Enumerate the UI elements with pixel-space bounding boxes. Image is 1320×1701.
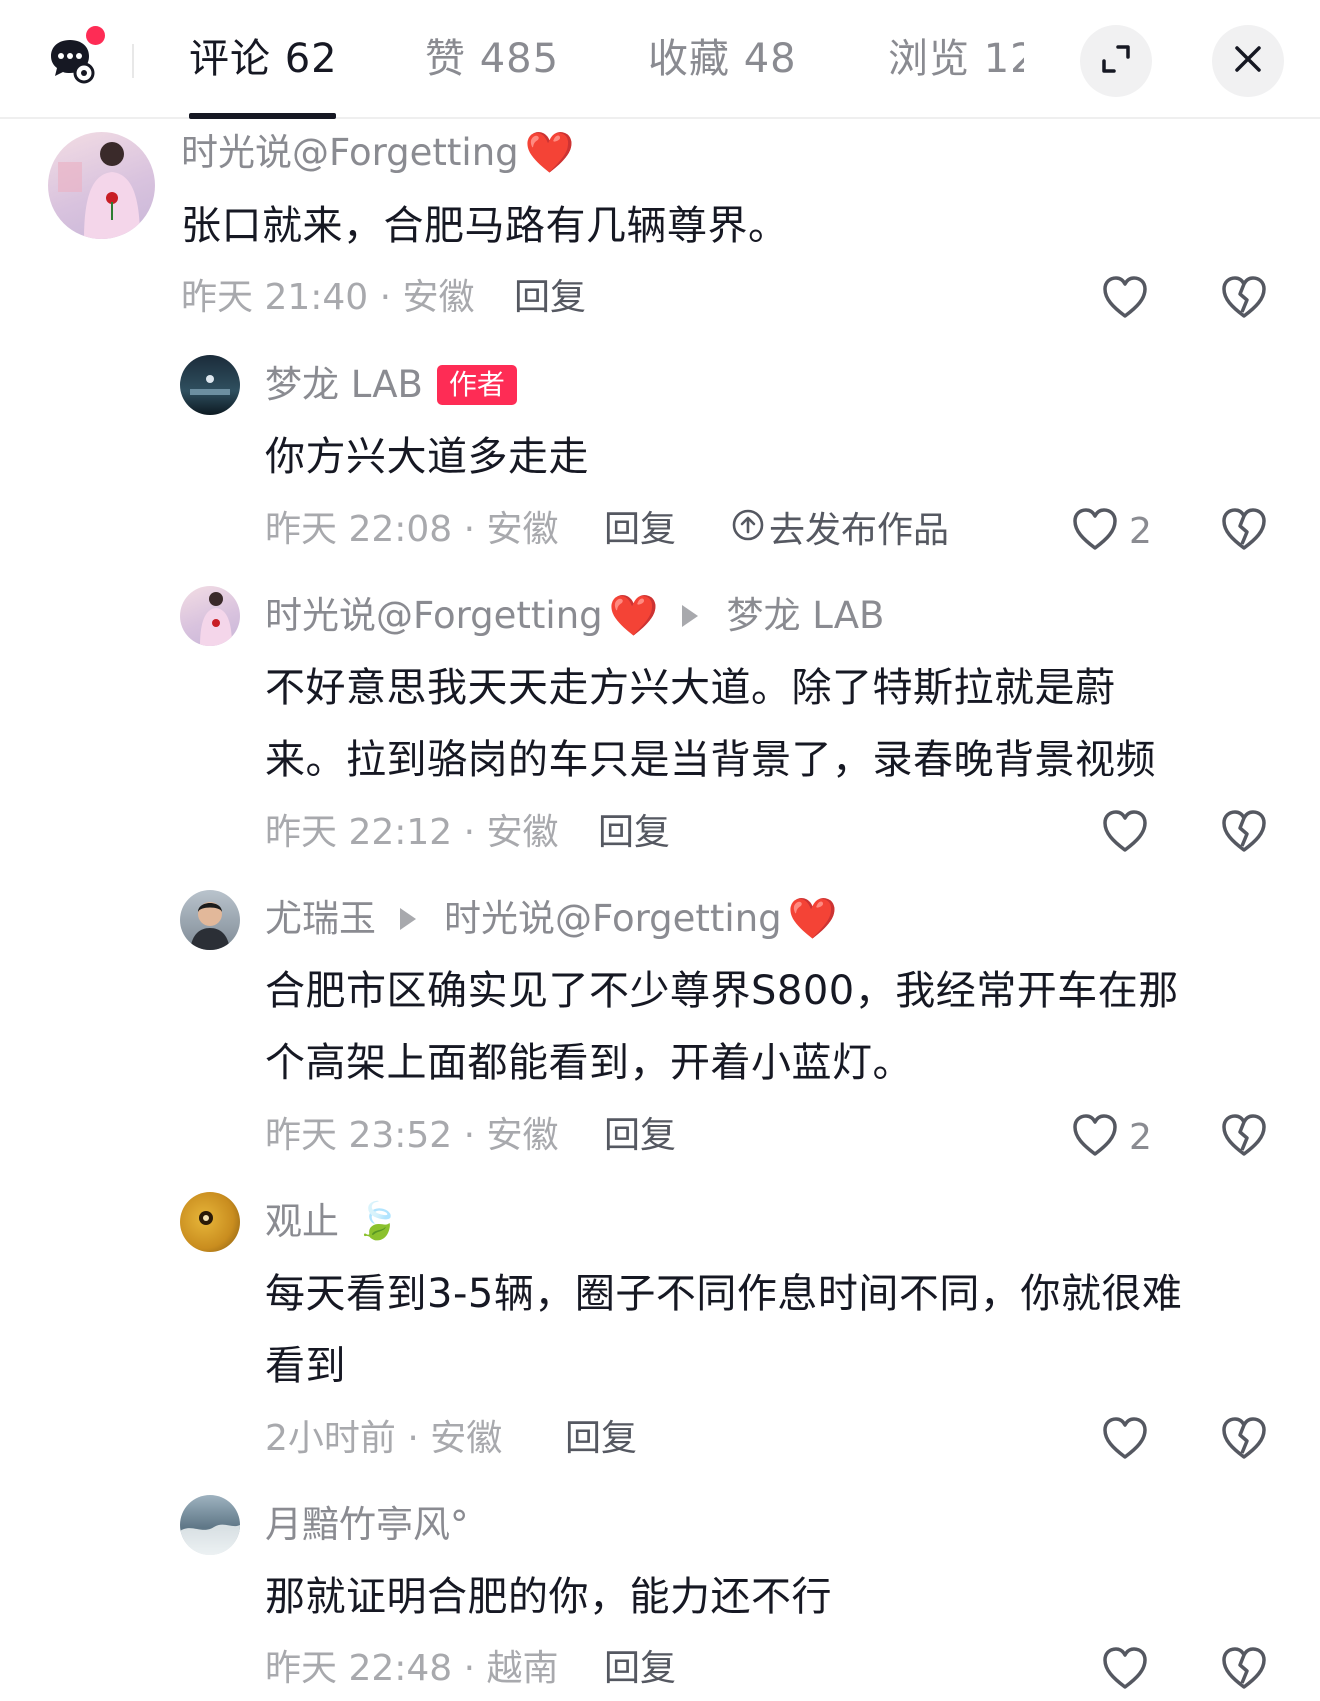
broken-heart-icon <box>1220 1114 1268 1162</box>
red-heart-emoji: ❤️ <box>787 896 838 942</box>
dislike-button[interactable] <box>1220 1415 1268 1465</box>
close-icon <box>1231 42 1265 80</box>
comment-text: 每天看到3-5辆，圈子不同作息时间不同，你就很难 看到 <box>265 1271 1183 1389</box>
like-button[interactable] <box>1101 1415 1149 1465</box>
comment-username[interactable]: 时光说@Forgetting ❤️ <box>181 131 574 175</box>
expand-icon <box>1098 41 1134 81</box>
heart-outline-icon <box>1101 1415 1149 1465</box>
tab-favorites[interactable]: 收藏 48 <box>648 34 797 84</box>
dislike-button[interactable] <box>1220 274 1268 324</box>
avatar[interactable] <box>180 890 240 950</box>
reply-button[interactable]: 回复 <box>604 508 676 552</box>
avatar[interactable] <box>180 1495 240 1555</box>
avatar[interactable] <box>180 586 240 646</box>
reply-button[interactable]: 回复 <box>604 1114 676 1158</box>
like-count: 2 <box>1129 510 1152 552</box>
active-tab-indicator <box>189 113 336 119</box>
tab-comments[interactable]: 评论 62 <box>189 34 338 84</box>
broken-heart-icon <box>1220 1647 1268 1695</box>
reply-arrow-icon <box>400 908 416 930</box>
comment-username[interactable]: 月黯竹亭风° <box>265 1503 469 1547</box>
tab-views[interactable]: 浏览 12 <box>888 34 1024 84</box>
comment-text: 合肥市区确实见了不少尊界S800，我经常开车在那 个高架上面都能看到，开着小蓝灯… <box>265 968 1179 1086</box>
like-button[interactable]: 2 <box>1071 506 1152 556</box>
notification-dot <box>86 26 105 45</box>
comment-text: 你方兴大道多走走 <box>265 434 589 480</box>
leaf-emoji: 🍃 <box>355 1201 400 1242</box>
dislike-button[interactable] <box>1220 808 1268 858</box>
dislike-button[interactable] <box>1220 1112 1268 1162</box>
close-button[interactable] <box>1212 25 1284 97</box>
comment-username[interactable]: 观止 🍃 <box>265 1200 400 1244</box>
avatar[interactable] <box>180 355 240 415</box>
upload-circle-icon <box>731 508 765 553</box>
comment-meta: 昨天 22:48 · 越南 <box>265 1648 559 1689</box>
like-button[interactable]: 2 <box>1071 1112 1152 1162</box>
tab-divider <box>132 44 134 78</box>
dislike-button[interactable] <box>1220 506 1268 556</box>
like-button[interactable] <box>1101 1645 1149 1695</box>
author-badge: 作者 <box>436 365 517 405</box>
comment-text: 不好意思我天天走方兴大道。除了特斯拉就是蔚 来。拉到骆岗的车只是当背景了，录春晚… <box>265 665 1156 783</box>
comment-meta: 昨天 22:12 · 安徽 <box>265 812 559 853</box>
red-heart-emoji: ❤️ <box>524 130 575 176</box>
broken-heart-icon <box>1220 276 1268 324</box>
comment-username[interactable]: 时光说@Forgetting ❤️ 梦龙 LAB <box>265 594 884 638</box>
like-count: 2 <box>1129 1116 1152 1158</box>
heart-outline-icon <box>1071 506 1119 556</box>
tab-likes[interactable]: 赞 485 <box>425 34 559 84</box>
comment-username[interactable]: 梦龙 LAB 作者 <box>265 363 517 407</box>
red-heart-emoji: ❤️ <box>608 593 659 639</box>
comment-username[interactable]: 尤瑞玉 时光说@Forgetting ❤️ <box>265 897 837 941</box>
reply-arrow-icon <box>682 605 699 627</box>
heart-outline-icon <box>1071 1112 1119 1162</box>
avatar[interactable] <box>48 132 155 239</box>
heart-outline-icon <box>1101 808 1149 858</box>
broken-heart-icon <box>1220 508 1268 556</box>
heart-outline-icon <box>1101 1645 1149 1695</box>
reply-button[interactable]: 回复 <box>598 811 670 855</box>
like-button[interactable] <box>1101 808 1149 858</box>
comment-meta: 昨天 23:52 · 安徽 <box>265 1115 559 1156</box>
comment-panel-header: 评论 62 赞 485 收藏 48 浏览 12 <box>0 0 1320 119</box>
dislike-button[interactable] <box>1220 1645 1268 1695</box>
comment-meta: 昨天 21:40 · 安徽 <box>181 277 475 318</box>
reply-to-username[interactable]: 梦龙 LAB <box>726 594 884 638</box>
publish-work-button[interactable]: 去发布作品 <box>731 508 949 553</box>
reply-button[interactable]: 回复 <box>514 276 586 320</box>
reply-to-username[interactable]: 时光说@Forgetting <box>444 897 782 941</box>
comment-text: 张口就来，合肥马路有几辆尊界。 <box>181 203 789 249</box>
broken-heart-icon <box>1220 1417 1268 1465</box>
expand-button[interactable] <box>1080 25 1152 97</box>
reply-button[interactable]: 回复 <box>565 1417 637 1461</box>
comment-meta: 昨天 22:08 · 安徽 <box>265 509 559 550</box>
heart-outline-icon <box>1101 274 1149 324</box>
reply-button[interactable]: 回复 <box>604 1647 676 1691</box>
chat-settings-icon[interactable] <box>48 26 105 84</box>
like-button[interactable] <box>1101 274 1149 324</box>
comment-text: 那就证明合肥的你，能力还不行 <box>265 1574 832 1620</box>
broken-heart-icon <box>1220 810 1268 858</box>
comment-meta: 2小时前 · 安徽 <box>265 1418 503 1459</box>
avatar[interactable] <box>180 1192 240 1252</box>
